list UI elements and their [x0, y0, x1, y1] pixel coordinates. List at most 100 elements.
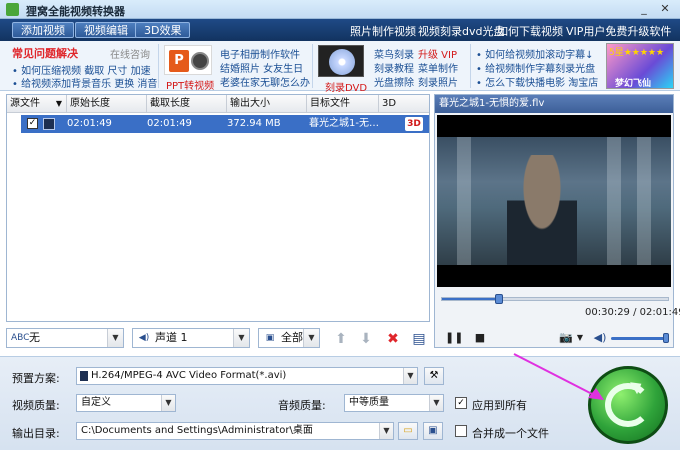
divider [470, 44, 471, 88]
dvd-label[interactable]: 刻录DVD [325, 79, 367, 94]
target-file: 暮光之城1-无… [309, 118, 379, 129]
link-dvd-burn[interactable]: 视频刻录dvd光盘 [418, 23, 504, 39]
merge-checkbox[interactable] [455, 425, 467, 437]
stop-icon[interactable]: ■ [473, 331, 487, 345]
row-checkbox[interactable]: ✓ [27, 118, 38, 129]
volume-handle[interactable] [663, 333, 669, 343]
edit-video-button[interactable]: 视频编辑 [75, 22, 137, 38]
chevron-down-icon[interactable]: ▼ [161, 395, 175, 411]
speaker-icon: ◀) [138, 333, 150, 343]
settings-wrench-icon[interactable]: ⚒ [424, 367, 444, 385]
audio-track-value: 声道 1 [155, 331, 188, 344]
original-length: 02:01:49 [67, 118, 112, 129]
video-quality-select[interactable]: 自定义 ▼ [76, 394, 176, 412]
chevron-down-icon[interactable]: ▼ [429, 395, 443, 411]
divider [312, 44, 313, 88]
playback-time: 00:30:29 / 02:01:49 [585, 307, 680, 318]
subtitle-icon: ABC [11, 333, 30, 343]
faq-link-2[interactable]: • 给视频添加背景音乐 更换 消音 [12, 75, 157, 90]
promo-link[interactable]: 刻录照片 [418, 74, 458, 89]
video-quality-label: 视频质量: [12, 399, 60, 412]
chevron-down-icon[interactable]: ▼ [233, 329, 249, 347]
audio-quality-select[interactable]: 中等质量 ▼ [344, 394, 444, 412]
preset-value: H.264/MPEG-4 AVC Video Format(*.avi) [91, 370, 287, 381]
online-help-link[interactable]: 在线咨询 [110, 46, 150, 61]
range-value: 全部 [281, 331, 303, 344]
column-header-output-size[interactable]: 输出大小 [227, 95, 307, 113]
3d-badge-icon[interactable]: 3D [405, 117, 423, 131]
promo-link[interactable]: • 给视频制作字幕刻录光盘 [476, 60, 595, 75]
preview-pane: 暮光之城1-无惧的爱.flv 00:30:29 / 02:01:49 ❚❚ ■ … [434, 94, 680, 348]
chevron-down-icon[interactable]: ▼ [403, 368, 417, 384]
range-select[interactable]: ▣ 全部 ▼ [258, 328, 320, 348]
promo-strip: 常见问题解决 在线咨询 • 如何压缩视频 截取 尺寸 加速 • 给视频添加背景音… [0, 41, 680, 94]
chevron-down-icon[interactable]: ▼ [107, 329, 123, 347]
column-header-target-file[interactable]: 目标文件 [307, 95, 379, 113]
subtitle-value: 无 [29, 331, 40, 344]
seek-handle[interactable] [494, 294, 503, 304]
annotation-arrow [513, 353, 604, 400]
ppt-label[interactable]: PPT转视频 [166, 77, 214, 92]
seek-bar[interactable] [441, 294, 669, 304]
app-icon [6, 3, 19, 16]
pause-icon[interactable]: ❚❚ [445, 331, 463, 345]
promo-link[interactable]: 结婚照片 女友生日 [220, 60, 303, 75]
apply-all-checkbox[interactable]: ✓ [455, 397, 467, 409]
video-quality-value: 自定义 [81, 397, 111, 408]
dvd-burn-icon[interactable] [318, 45, 364, 77]
promo-link[interactable]: • 如何给视频加滚动字幕↓ [476, 46, 593, 61]
move-up-icon[interactable]: ⬆ [332, 330, 350, 348]
title-bar: 狸窝全能视频转换器 _ ✕ [0, 0, 680, 19]
promo-link[interactable]: 光盘擦除 [374, 74, 414, 89]
game-label: 梦幻飞仙 [615, 79, 652, 89]
file-list[interactable]: 源文件 ▼ 原始长度 截取长度 输出大小 目标文件 3D ✓ 02:01:49 0… [6, 94, 430, 322]
audio-quality-value: 中等质量 [349, 397, 389, 408]
column-header-clip-length[interactable]: 截取长度 [147, 95, 227, 113]
game-banner[interactable]: 5星★★★★★ 梦幻飞仙 [606, 43, 674, 89]
promo-link[interactable]: 刻录教程 [374, 60, 414, 75]
table-row[interactable]: ✓ 02:01:49 02:01:49 372.94 MB 暮光之城1-无… 3… [21, 115, 429, 133]
promo-link[interactable]: 电子相册制作软件 [220, 46, 300, 61]
volume-slider[interactable] [611, 333, 669, 343]
chevron-down-icon[interactable]: ▼ [573, 331, 587, 345]
preview-title: 暮光之城1-无惧的爱.flv [435, 95, 673, 113]
browse-folder-icon[interactable]: ▭ [398, 422, 418, 440]
column-header-3d[interactable]: 3D [379, 95, 429, 113]
promo-link[interactable]: 菜单制作 [418, 60, 458, 75]
output-directory-label: 输出目录: [12, 427, 60, 440]
clear-list-icon[interactable]: ▤ [410, 330, 428, 348]
video-frame[interactable] [437, 115, 671, 287]
film-icon [43, 118, 55, 130]
promo-link[interactable]: • 怎么下载快播电影 淘宝店 [476, 74, 598, 89]
promo-link[interactable]: 老婆在家无聊怎么办 [220, 74, 310, 89]
ppt-video-icon[interactable]: P [164, 45, 212, 75]
link-photo-video[interactable]: 照片制作视频 [350, 23, 416, 39]
volume-icon[interactable]: ◀) [593, 331, 607, 345]
output-directory-select[interactable]: C:\Documents and Settings\Administrator\… [76, 422, 394, 440]
promo-link[interactable]: 菜鸟刻录 [374, 46, 414, 61]
close-icon[interactable]: ✕ [658, 2, 672, 16]
column-header-original-length[interactable]: 原始长度 [67, 95, 147, 113]
delete-icon[interactable]: ✖ [384, 330, 402, 348]
toolbar: 添加视频 视频编辑 3D效果 照片制作视频 视频刻录dvd光盘 如何下载视频 V… [0, 19, 680, 41]
rating-stars: 5星★★★★★ [609, 48, 665, 58]
effect-3d-button[interactable]: 3D效果 [135, 22, 191, 38]
move-down-icon[interactable]: ⬇ [357, 330, 375, 348]
subtitle-select[interactable]: ABC 无 ▼ [6, 328, 124, 348]
merge-label: 合并成一个文件 [472, 427, 549, 440]
link-vip-upgrade[interactable]: VIP用户免费升级软件 [566, 23, 671, 39]
preset-label: 预置方案: [12, 372, 60, 385]
add-video-button[interactable]: 添加视频 [12, 22, 74, 38]
vip-upgrade-link[interactable]: 升级 VIP [418, 46, 457, 61]
output-directory-value: C:\Documents and Settings\Administrator\… [81, 425, 313, 436]
open-folder-icon[interactable]: ▣ [423, 422, 443, 440]
preset-select[interactable]: H.264/MPEG-4 AVC Video Format(*.avi) ▼ [76, 367, 418, 385]
chevron-down-icon[interactable]: ▼ [379, 423, 393, 439]
minimize-icon[interactable]: _ [637, 2, 651, 16]
faq-title[interactable]: 常见问题解决 [12, 45, 78, 61]
column-header-source[interactable]: 源文件 ▼ [7, 95, 67, 113]
output-size: 372.94 MB [227, 118, 281, 129]
audio-track-select[interactable]: ◀) 声道 1 ▼ [132, 328, 250, 348]
link-download-video[interactable]: 如何下载视频 [497, 23, 563, 39]
chevron-down-icon[interactable]: ▼ [303, 329, 319, 347]
